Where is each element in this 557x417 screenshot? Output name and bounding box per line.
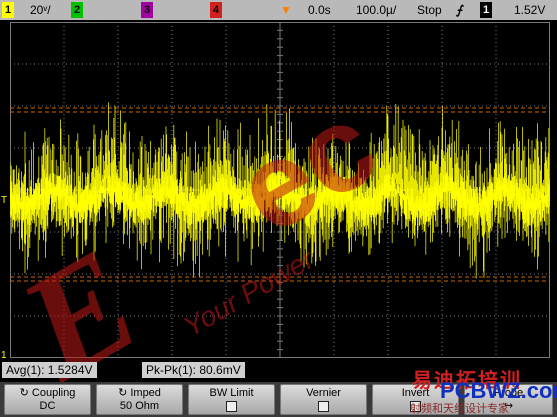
coupling-button[interactable]: ↻ Coupling DC (4, 384, 91, 415)
svg-text:ec: ec (215, 77, 398, 260)
impedance-label: Imped (130, 387, 161, 399)
bw-limit-button[interactable]: BW Limit (188, 384, 275, 415)
watermark-cn-subtitle: 射频和天线设计专家 (410, 403, 509, 415)
impedance-value: 50 Ohm (119, 400, 160, 412)
coupling-value: DC (39, 400, 56, 412)
vernier-checkbox[interactable] (318, 400, 329, 412)
measurement-peak-to-peak: Pk-Pk(1): 80.6mV (142, 362, 245, 378)
rotary-knob-icon: ↻ (19, 387, 29, 399)
bw-limit-checkbox[interactable] (226, 400, 237, 412)
rotary-knob-icon: ↻ (118, 387, 128, 399)
svg-text:Your Power: Your Power (178, 242, 320, 342)
vernier-button[interactable]: Vernier (280, 384, 367, 415)
impedance-button[interactable]: ↻ Imped 50 Ohm (96, 384, 183, 415)
coupling-label: Coupling (31, 387, 76, 399)
vernier-label: Vernier (306, 387, 341, 399)
measurement-average: Avg(1): 1.5284V (2, 362, 97, 378)
bw-limit-label: BW Limit (209, 387, 254, 399)
watermark-logo: E ec Your Power (0, 77, 398, 413)
